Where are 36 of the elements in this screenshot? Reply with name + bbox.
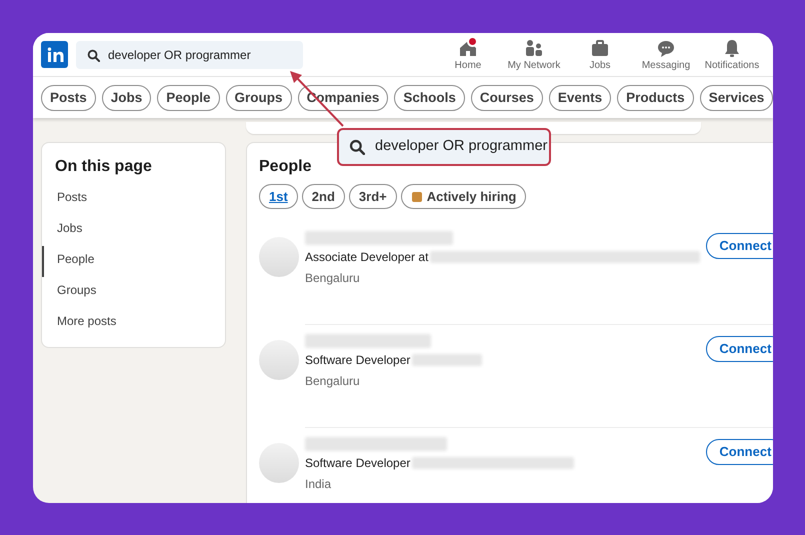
filter-chip[interactable]: Jobs (102, 84, 152, 110)
nav-item[interactable]: Home (435, 36, 501, 73)
filter-chip[interactable]: Events (548, 84, 612, 110)
filter-chip[interactable]: Schools (394, 84, 465, 110)
sidebar-item[interactable]: Posts (42, 184, 225, 216)
section-title: People (259, 157, 312, 176)
headline: Software Developer (305, 352, 410, 370)
headline: Associate Developer at (305, 249, 428, 266)
search-field[interactable]: developer OR programmer (76, 40, 303, 68)
headline: Software Developer (305, 455, 410, 472)
sidebar-item[interactable]: Jobs (42, 215, 225, 246)
filter-chip[interactable]: Groups (226, 84, 292, 110)
location: India (305, 476, 332, 494)
callout-text: developer OR programmer (375, 137, 548, 156)
filter-chip[interactable]: People (157, 84, 220, 110)
nav-item[interactable]: Messaging (633, 36, 699, 73)
filter-chip[interactable]: Courses (470, 84, 543, 110)
hiring-filter[interactable]: Actively hiring (400, 184, 526, 210)
filter-chip[interactable]: Posts (41, 84, 96, 110)
degree-filter[interactable]: 1st (259, 184, 298, 210)
connect-button[interactable]: Connect (706, 336, 773, 362)
connect-button[interactable]: Connect (706, 439, 773, 466)
sidebar-item[interactable]: Groups (42, 277, 225, 308)
nav-item[interactable]: Jobs (567, 36, 633, 73)
sidebar-title: On this page (55, 157, 153, 176)
sidebar-item[interactable]: People (42, 246, 225, 278)
sidebar-item[interactable]: More posts (42, 308, 225, 340)
filter-chip[interactable]: Services (700, 84, 773, 110)
degree-filter[interactable]: 2nd (302, 184, 345, 210)
filter-chip[interactable]: Products (617, 84, 694, 110)
location: Bengaluru (305, 270, 361, 288)
nav-item[interactable]: My Network (501, 36, 567, 73)
connect-button[interactable]: Connect (706, 233, 773, 260)
nav-item[interactable]: Notifications (699, 36, 765, 73)
degree-filter[interactable]: 3rd+ (348, 184, 397, 210)
location: Bengaluru (305, 373, 361, 390)
